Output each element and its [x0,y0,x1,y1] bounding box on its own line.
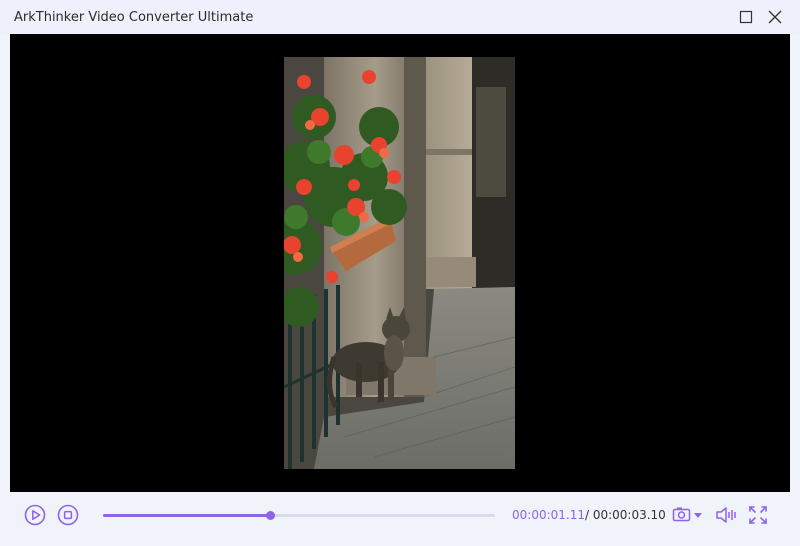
maximize-button[interactable] [735,6,757,28]
close-icon [768,10,782,24]
total-time: / 00:00:03.10 [584,508,666,522]
video-frame-image [284,57,515,469]
fullscreen-button[interactable] [747,504,769,526]
progress-fill [103,514,271,517]
volume-button[interactable] [715,505,737,525]
player-window: ArkThinker Video Converter Ultimate 00:0… [0,0,800,546]
play-button[interactable] [24,504,46,526]
window-title: ArkThinker Video Converter Ultimate [14,10,254,25]
stop-icon [57,504,79,526]
title-bar: ArkThinker Video Converter Ultimate [0,0,800,34]
progress-knob[interactable] [266,511,276,520]
close-button[interactable] [764,6,786,28]
time-display: 00:00:01.11/ 00:00:03.10 [512,508,666,522]
progress-slider[interactable] [103,511,495,520]
maximize-icon [739,10,753,24]
speaker-icon [716,507,736,523]
snapshot-button[interactable] [672,505,706,525]
fullscreen-icon [749,506,767,524]
camera-icon [672,507,702,522]
playback-controls: 00:00:01.11/ 00:00:03.10 [10,492,790,538]
stop-button[interactable] [57,504,79,526]
video-player[interactable] [10,34,790,492]
current-time: 00:00:01.11 [512,508,585,522]
play-icon [24,504,46,526]
video-frame [284,57,515,469]
